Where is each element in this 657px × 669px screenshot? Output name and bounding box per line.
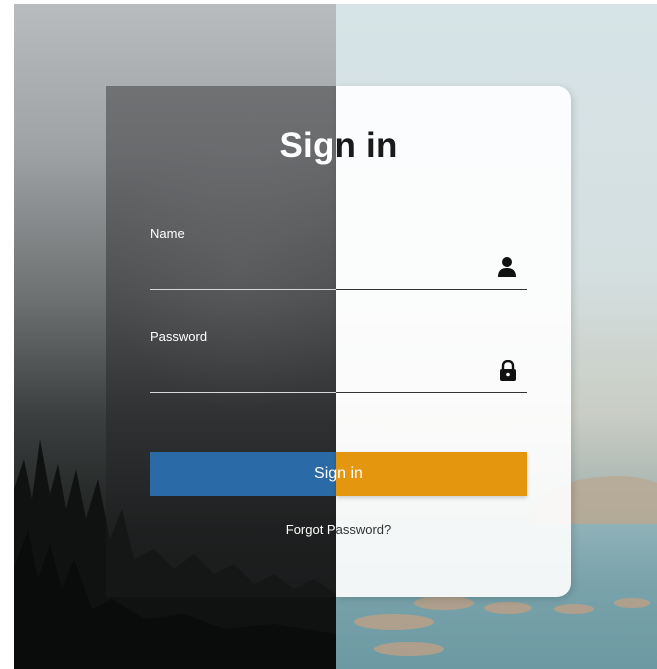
rock: [354, 614, 434, 630]
rock: [554, 604, 594, 614]
rock: [374, 642, 444, 656]
page-title-text: Sign in: [336, 126, 398, 165]
page: Sign in Sign in Name Password Sign in Fo…: [0, 0, 657, 669]
user-icon: [498, 257, 516, 277]
rock: [614, 598, 650, 608]
name-label: Name: [150, 226, 185, 241]
password-input[interactable]: [150, 361, 527, 391]
name-input[interactable]: [150, 258, 527, 288]
name-underline: [336, 289, 527, 290]
forgot-password-link-right[interactable]: Forgot Password?: [336, 520, 527, 540]
forgot-password-text[interactable]: Forgot Password?: [336, 522, 527, 537]
rock: [484, 602, 532, 614]
forgot-password-link-left[interactable]: Forgot Password?: [150, 520, 336, 540]
password-underline: [336, 392, 527, 393]
rock: [414, 596, 474, 610]
name-underline: [150, 289, 336, 290]
page-title-dark-overlay: Sign in: [336, 126, 571, 176]
forgot-password-text[interactable]: Forgot Password?: [150, 522, 336, 537]
password-label: Password: [150, 329, 208, 344]
sign-in-button[interactable]: Sign in: [150, 452, 527, 496]
password-underline: [150, 392, 336, 393]
lock-icon: [500, 360, 516, 381]
